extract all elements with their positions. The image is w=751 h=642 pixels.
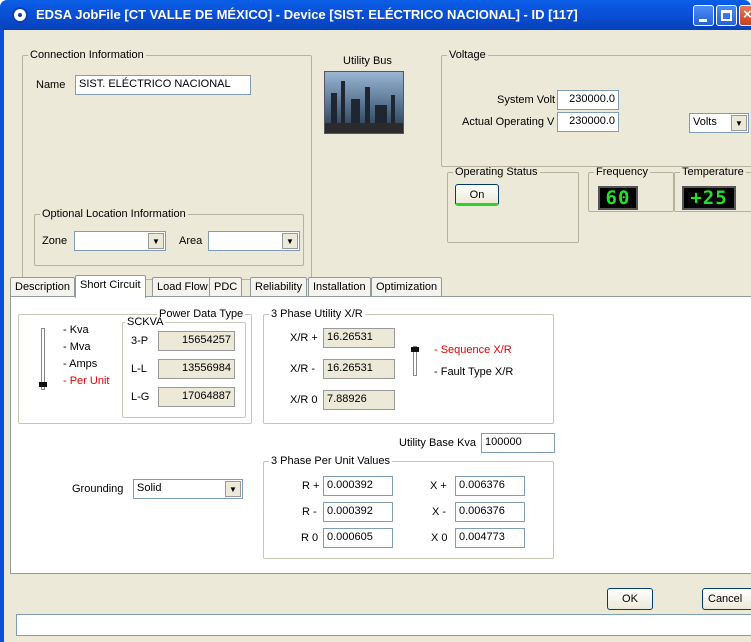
tab-pdc[interactable]: PDC — [209, 277, 243, 297]
tab-installation[interactable]: Installation — [308, 277, 371, 297]
xr-type-slider-thumb[interactable] — [411, 347, 419, 352]
voltage-unit-select[interactable]: Volts ▼ — [689, 113, 749, 133]
system-volt-input[interactable]: 230000.0 — [557, 90, 619, 110]
xr-minus-label: X/R - — [290, 363, 316, 375]
utility-bus-label: Utility Bus — [343, 55, 392, 67]
window-title: EDSA JobFile [CT VALLE DE MÉXICO] - Devi… — [36, 7, 578, 22]
sckva-legend: SCKVA — [127, 316, 164, 328]
close-icon: × — [743, 6, 751, 23]
x-minus-label: X - — [432, 506, 447, 518]
tab-reliability[interactable]: Reliability — [250, 277, 308, 297]
r-minus-input[interactable]: 0.000392 — [323, 502, 393, 522]
option-sequence-xr[interactable]: - Sequence X/R — [434, 344, 512, 356]
tab-optimization[interactable]: Optimization — [371, 277, 443, 297]
optional-location-legend: Optional Location Information — [42, 208, 186, 220]
utility-xr-legend: 3 Phase Utility X/R — [271, 308, 363, 320]
chevron-down-icon[interactable]: ▼ — [148, 233, 164, 249]
sckva-ll-label: L-L — [131, 363, 147, 375]
cancel-button[interactable]: Cancel — [702, 588, 751, 610]
x-zero-label: X 0 — [431, 532, 448, 544]
chevron-down-icon[interactable]: ▼ — [282, 233, 298, 249]
status-bar — [16, 614, 751, 636]
sckva-lg-value: 17064887 — [158, 387, 235, 407]
sckva-3p-value: 15654257 — [158, 331, 235, 351]
grounding-select[interactable]: Solid ▼ — [133, 479, 243, 499]
r-zero-label: R 0 — [301, 532, 319, 544]
actual-operating-v-label: Actual Operating V — [462, 116, 555, 128]
tab-load-flow[interactable]: Load Flow — [152, 277, 213, 297]
xr-zero-label: X/R 0 — [290, 394, 318, 406]
sckva-ll-value: 13556984 — [158, 359, 235, 379]
utility-bus-image — [324, 71, 404, 134]
r-minus-label: R - — [302, 506, 317, 518]
chevron-down-icon[interactable]: ▼ — [731, 115, 747, 131]
x-zero-input[interactable]: 0.004773 — [455, 528, 525, 548]
x-plus-input[interactable]: 0.006376 — [455, 476, 525, 496]
tab-description[interactable]: Description — [10, 277, 76, 297]
voltage-unit-value: Volts — [693, 116, 717, 128]
utility-base-kva-input[interactable]: 100000 — [481, 433, 555, 453]
voltage-legend: Voltage — [449, 49, 486, 61]
xr-plus-value: 16.26531 — [323, 328, 395, 348]
area-select[interactable]: ▼ — [208, 231, 300, 251]
name-input[interactable]: SIST. ELÉCTRICO NACIONAL — [75, 75, 251, 95]
connection-info-legend: Connection Information — [30, 49, 144, 61]
maximize-icon — [721, 10, 732, 21]
short-circuit-panel: Power Data Type - Kva - Mva - Amps - Per… — [10, 296, 751, 574]
xr-minus-value: 16.26531 — [323, 359, 395, 379]
app-icon[interactable] — [12, 7, 28, 23]
maximize-button[interactable] — [716, 5, 737, 26]
chevron-down-icon[interactable]: ▼ — [225, 481, 241, 497]
power-data-type-slider[interactable] — [41, 328, 45, 390]
power-data-type-slider-thumb[interactable] — [39, 382, 47, 387]
x-plus-label: X + — [430, 480, 447, 492]
ok-button[interactable]: OK — [607, 588, 653, 610]
option-per-unit[interactable]: - Per Unit — [63, 375, 109, 387]
operating-status-legend: Operating Status — [455, 166, 538, 178]
option-amps[interactable]: - Amps — [63, 358, 97, 370]
system-volt-label: System Volt — [497, 94, 556, 106]
option-kva[interactable]: - Kva — [63, 324, 89, 336]
sckva-lg-label: L-G — [131, 391, 150, 403]
zone-label: Zone — [42, 235, 68, 247]
r-zero-input[interactable]: 0.000605 — [323, 528, 393, 548]
minimize-button[interactable] — [693, 5, 714, 26]
title-bar[interactable]: EDSA JobFile [CT VALLE DE MÉXICO] - Devi… — [0, 0, 751, 30]
temperature-display: +25 — [682, 186, 736, 210]
area-label: Area — [179, 235, 203, 247]
name-label: Name — [36, 79, 66, 91]
xr-zero-value: 7.88926 — [323, 390, 395, 410]
frequency-legend: Frequency — [596, 166, 648, 178]
zone-select[interactable]: ▼ — [74, 231, 166, 251]
grounding-label: Grounding — [72, 483, 124, 495]
r-plus-input[interactable]: 0.000392 — [323, 476, 393, 496]
xr-plus-label: X/R + — [290, 332, 318, 344]
option-fault-type-xr[interactable]: - Fault Type X/R — [434, 366, 513, 378]
minimize-icon — [699, 19, 707, 22]
actual-operating-v-input[interactable]: 230000.0 — [557, 112, 619, 132]
temperature-legend: Temperature — [682, 166, 744, 178]
frequency-display: 60 — [598, 186, 638, 210]
r-plus-label: R + — [302, 480, 320, 492]
per-unit-values-legend: 3 Phase Per Unit Values — [271, 455, 391, 467]
close-button[interactable]: × — [739, 5, 751, 26]
option-mva[interactable]: - Mva — [63, 341, 91, 353]
tab-short-circuit[interactable]: Short Circuit — [75, 275, 146, 298]
utility-base-kva-label: Utility Base Kva — [399, 437, 477, 449]
dialog-body: Connection Information Name SIST. ELÉCTR… — [0, 30, 751, 642]
operating-status-on-button[interactable]: On — [455, 184, 499, 206]
x-minus-input[interactable]: 0.006376 — [455, 502, 525, 522]
grounding-value: Solid — [137, 482, 162, 494]
sckva-3p-label: 3-P — [131, 335, 149, 347]
